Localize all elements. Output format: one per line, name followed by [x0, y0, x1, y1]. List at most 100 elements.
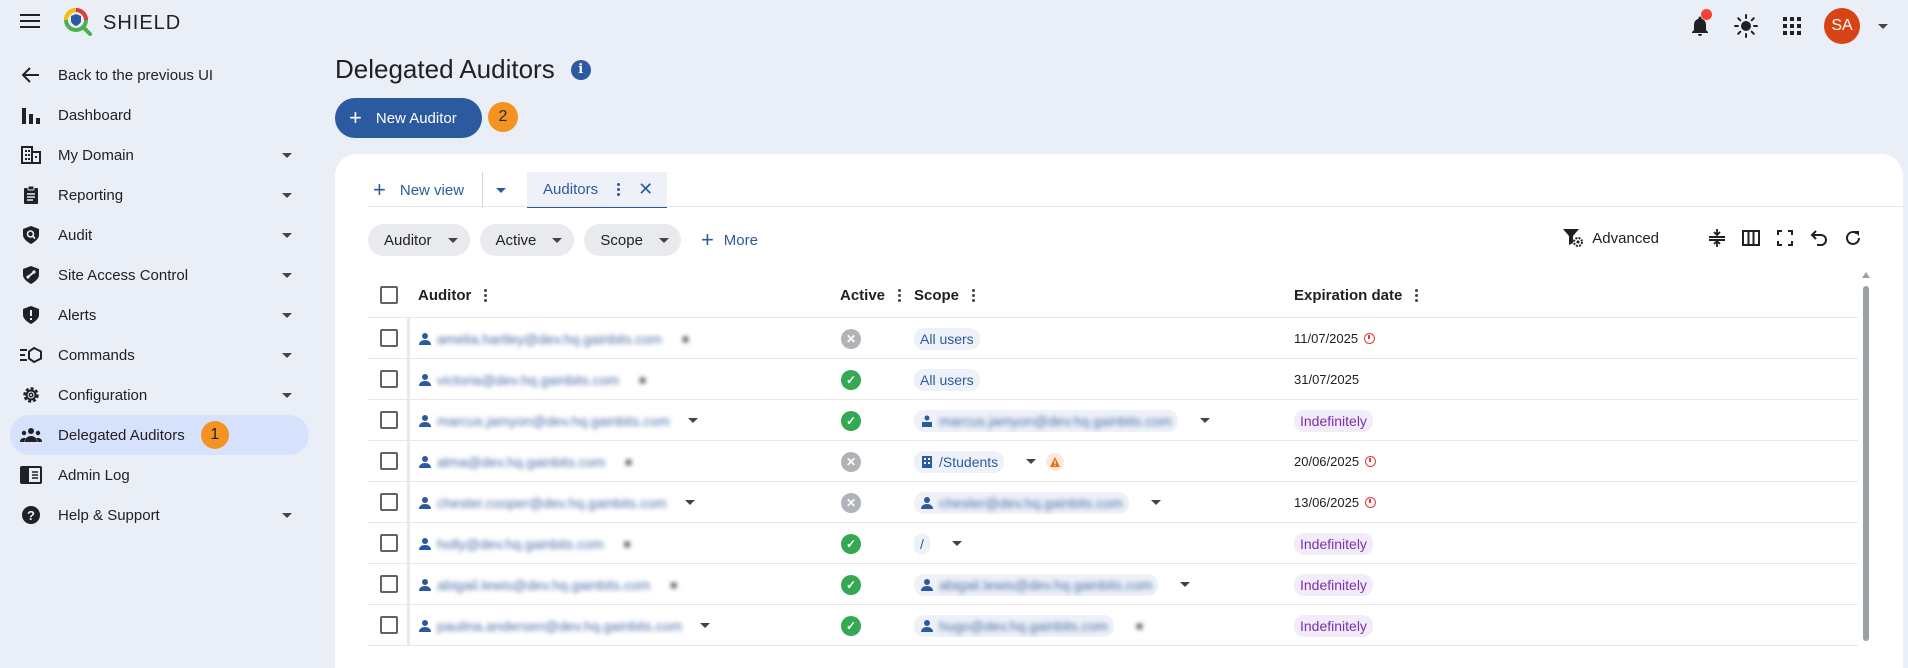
scrollbar-thumb[interactable] — [1863, 286, 1869, 641]
scope-value[interactable]: / — [914, 532, 930, 555]
table-row[interactable]: alma@dev.hq.gainbits.com ■ ✕ /Students 20/06… — [368, 441, 1858, 482]
chevron-down-icon[interactable] — [1180, 582, 1191, 587]
table-row[interactable]: paulina.andersen@dev.hq.gainbits.com ✓ hug… — [368, 605, 1858, 646]
auditor-cell[interactable]: chester.cooper@dev.hq.gainbits.com — [418, 482, 695, 523]
sidebar-item-reporting[interactable]: Reporting — [0, 175, 320, 215]
scope-value[interactable]: All users — [914, 327, 980, 350]
sidebar-item-audit[interactable]: Audit — [0, 215, 320, 255]
scope-value[interactable]: chester@dev.hq.gainbits.com — [914, 491, 1129, 514]
column-header-expiration[interactable]: Expiration date — [1294, 287, 1420, 304]
auditor-cell[interactable]: paulina.andersen@dev.hq.gainbits.com — [418, 605, 711, 646]
filter-chip-scope[interactable]: Scope — [584, 224, 681, 256]
auditor-email[interactable]: chester.cooper@dev.hq.gainbits.com — [437, 495, 667, 511]
row-checkbox[interactable] — [380, 370, 398, 388]
row-checkbox[interactable] — [380, 616, 398, 634]
chevron-down-icon[interactable] — [1026, 459, 1037, 464]
user-avatar[interactable]: SA — [1824, 8, 1860, 44]
advanced-filter-button[interactable]: Advanced — [1562, 228, 1659, 248]
close-icon[interactable]: ✕ — [638, 179, 653, 200]
row-checkbox[interactable] — [380, 493, 398, 511]
expiration-cell: 20/06/2025 — [1294, 441, 1377, 482]
filter-chip-auditor[interactable]: Auditor — [368, 224, 470, 256]
tab-menu-icon[interactable] — [614, 182, 622, 196]
chevron-down-icon[interactable] — [687, 418, 698, 423]
account-chevron-down-icon[interactable] — [1878, 23, 1888, 29]
auditor-cell[interactable]: victoria@dev.hq.gainbits.com ■ — [418, 359, 646, 400]
scope-value[interactable]: abigail.lewis@dev.hq.gainbits.com — [914, 573, 1159, 596]
column-menu-icon[interactable] — [895, 289, 903, 302]
refresh-icon[interactable] — [1843, 228, 1863, 248]
gear-icon — [20, 384, 42, 406]
views-dropdown[interactable] — [491, 187, 511, 193]
chevron-down-icon[interactable] — [700, 623, 711, 628]
row-checkbox[interactable] — [380, 534, 398, 552]
vertical-scrollbar[interactable] — [1861, 272, 1871, 644]
undo-icon[interactable] — [1809, 228, 1829, 248]
sidebar-item-alerts[interactable]: Alerts — [0, 295, 320, 335]
column-header-auditor[interactable]: Auditor — [418, 287, 489, 304]
auditor-email[interactable]: abigail.lewis@dev.hq.gainbits.com — [437, 577, 650, 593]
auditor-cell[interactable]: marcus.jamyon@dev.hq.gainbits.com — [418, 400, 698, 441]
row-checkbox[interactable] — [380, 329, 398, 347]
table-row[interactable]: victoria@dev.hq.gainbits.com ■ ✓ All users 3… — [368, 359, 1858, 400]
auditor-cell[interactable]: alma@dev.hq.gainbits.com ■ — [418, 441, 632, 482]
table-row[interactable]: holly@dev.hq.gainbits.com ■ ✓ / Indefinitely — [368, 523, 1858, 564]
auditor-email[interactable]: alma@dev.hq.gainbits.com — [437, 454, 605, 470]
auditor-cell[interactable]: holly@dev.hq.gainbits.com ■ — [418, 523, 631, 564]
info-icon[interactable]: i — [570, 59, 591, 80]
column-menu-icon[interactable] — [969, 289, 977, 302]
column-header-active[interactable]: Active — [840, 287, 903, 304]
chevron-down-icon[interactable] — [1150, 500, 1161, 505]
select-all-checkbox[interactable] — [380, 286, 398, 304]
auditor-email[interactable]: victoria@dev.hq.gainbits.com — [437, 372, 619, 388]
sidebar-item-delegated-auditors[interactable]: Delegated Auditors 1 — [10, 415, 309, 455]
notifications-bell-icon[interactable] — [1686, 9, 1714, 40]
chevron-down-icon[interactable] — [684, 500, 695, 505]
column-menu-icon[interactable] — [481, 289, 489, 302]
table-row[interactable]: chester.cooper@dev.hq.gainbits.com ✕ chest… — [368, 482, 1858, 523]
row-checkbox[interactable] — [380, 452, 398, 470]
sidebar-item-help-support[interactable]: ? Help & Support — [0, 495, 320, 535]
auditor-email[interactable]: amelia.hartley@dev.hq.gainbits.com — [437, 331, 662, 347]
new-auditor-label: New Auditor — [375, 109, 457, 127]
auditor-email[interactable]: paulina.andersen@dev.hq.gainbits.com — [437, 618, 682, 634]
table-row[interactable]: abigail.lewis@dev.hq.gainbits.com ■ ✓ abiga… — [368, 564, 1858, 605]
sidebar-item-admin-log[interactable]: Admin Log — [0, 455, 320, 495]
row-checkbox[interactable] — [380, 411, 398, 429]
menu-icon[interactable] — [20, 14, 40, 30]
table-row[interactable]: amelia.hartley@dev.hq.gainbits.com ■ ✕ All … — [368, 318, 1858, 359]
auditor-cell[interactable]: amelia.hartley@dev.hq.gainbits.com ■ — [418, 318, 689, 359]
sidebar-item-configuration[interactable]: Configuration — [0, 375, 320, 415]
column-menu-icon[interactable] — [1412, 289, 1420, 302]
sidebar-item-commands[interactable]: Commands — [0, 335, 320, 375]
apps-grid-icon[interactable] — [1778, 12, 1806, 40]
fullscreen-icon[interactable] — [1775, 228, 1795, 248]
new-auditor-button[interactable]: + New Auditor — [335, 98, 482, 138]
scroll-up-icon[interactable] — [1862, 272, 1870, 278]
plus-icon: + — [700, 227, 714, 252]
table-row[interactable]: marcus.jamyon@dev.hq.gainbits.com ✓ marcus… — [368, 400, 1858, 441]
sidebar-item-back[interactable]: Back to the previous UI — [0, 55, 320, 95]
tab-auditors[interactable]: Auditors ✕ — [527, 172, 668, 208]
auditor-email[interactable]: marcus.jamyon@dev.hq.gainbits.com — [437, 413, 670, 429]
scope-value[interactable]: hugo@dev.hq.gainbits.com — [914, 614, 1114, 637]
filter-chip-active[interactable]: Active — [479, 224, 575, 256]
auditor-cell[interactable]: abigail.lewis@dev.hq.gainbits.com ■ — [418, 564, 677, 605]
scope-value[interactable]: All users — [914, 368, 980, 391]
column-header-scope[interactable]: Scope — [914, 287, 977, 304]
columns-icon[interactable] — [1741, 228, 1761, 248]
more-filters-button[interactable]: + More — [701, 227, 758, 253]
theme-toggle-sun-icon[interactable] — [1732, 12, 1760, 40]
new-view-button[interactable]: + New view — [368, 172, 474, 208]
scope-value[interactable]: /Students — [914, 450, 1005, 473]
auditor-email[interactable]: holly@dev.hq.gainbits.com — [437, 536, 603, 552]
sidebar-item-dashboard[interactable]: Dashboard — [0, 95, 320, 135]
row-checkbox[interactable] — [380, 575, 398, 593]
sidebar-item-my-domain[interactable]: My Domain — [0, 135, 320, 175]
chevron-down-icon[interactable] — [1199, 418, 1210, 423]
density-icon[interactable] — [1707, 228, 1727, 248]
scope-value[interactable]: marcus.jamyon@dev.hq.gainbits.com — [914, 409, 1178, 432]
clipboard-icon — [20, 184, 42, 206]
chevron-down-icon[interactable] — [951, 541, 962, 546]
sidebar-item-site-access-control[interactable]: Site Access Control — [0, 255, 320, 295]
